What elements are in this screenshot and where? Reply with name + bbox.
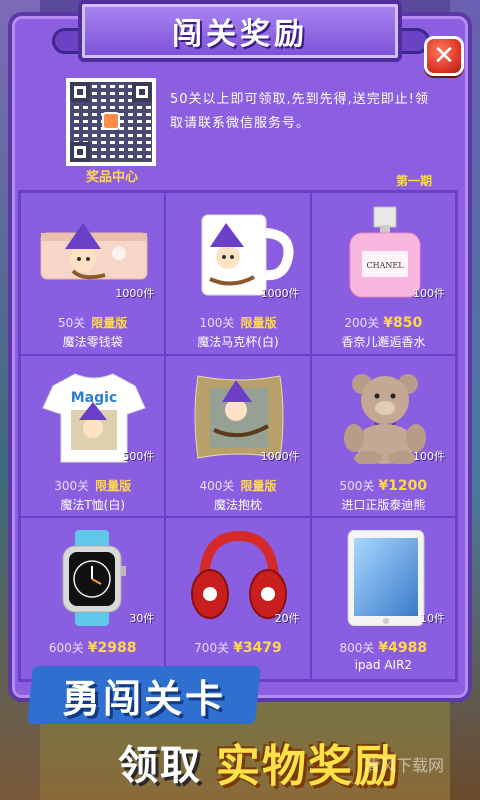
level-requirement: 200关 ¥850: [312, 314, 455, 331]
level-requirement: 500关 ¥1200: [312, 477, 455, 494]
prize-card[interactable]: 1000件 400关 限量版 魔法抱枕: [165, 354, 311, 518]
price-label: ¥3479: [233, 640, 282, 657]
level-label: 50关: [58, 316, 86, 330]
prize-grid: 1000件 50关 限量版 魔法零钱袋 1000件 100关 限量版 魔法马克杯(白…: [18, 190, 458, 682]
level-requirement: 100关 限量版: [166, 314, 309, 331]
prize-card[interactable]: Magic 500件 300关 限量版 魔法T恤(白): [20, 354, 166, 518]
level-requirement: 50关 限量版: [21, 314, 164, 331]
product-name: 魔法马克杯(白): [197, 335, 279, 349]
prize-card[interactable]: CHANEL 100件 200关 ¥850 香奈儿邂逅香水: [310, 192, 456, 355]
level-requirement: 800关 ¥4988: [312, 639, 455, 656]
level-label: 500关: [339, 478, 375, 493]
prize-card[interactable]: 1000件 100关 限量版 魔法马克杯(白): [165, 192, 311, 355]
price-label: ¥2988: [87, 640, 137, 657]
qr-finder-icon: [132, 82, 152, 102]
level-requirement: 600关 ¥2988: [21, 639, 164, 656]
price-label: ¥1200: [378, 477, 428, 494]
level-label: 300关: [54, 478, 90, 493]
stock-count: 1000件: [115, 287, 155, 300]
level-label: 600关: [48, 641, 84, 656]
product-name: ipad AIR2: [354, 658, 413, 673]
close-button[interactable]: ✕: [424, 36, 464, 76]
level-label: 800关: [339, 641, 375, 656]
stock-count: 30件: [129, 612, 155, 626]
prize-card[interactable]: 100件 500关 ¥1200 进口正版泰迪熊: [310, 354, 456, 518]
qr-code-pattern: [70, 82, 152, 162]
perfume-brand-label: CHANEL: [366, 261, 404, 270]
promo-banner: 勇闯关卡: [26, 666, 262, 724]
watermark: 清风下载网: [364, 756, 445, 775]
level-requirement: 300关 限量版: [21, 477, 164, 494]
promo-line2-prefix: 领取: [118, 743, 202, 789]
product-name: 魔法零钱袋: [62, 335, 123, 349]
qr-code: [66, 78, 156, 166]
level-label: 200关: [344, 316, 380, 330]
product-name: 香奈儿邂逅香水: [341, 335, 426, 349]
level-label: 400关: [199, 478, 235, 493]
level-label: 700关: [194, 641, 230, 656]
stock-count: 1000件: [260, 449, 300, 463]
limited-tag: 限量版: [240, 478, 277, 493]
level-requirement: 400关 限量版: [166, 477, 309, 494]
level-label: 100关: [199, 316, 235, 330]
product-name: 魔法抱枕: [213, 497, 262, 512]
qr-finder-icon: [70, 142, 90, 162]
product-name: 魔法T恤(白): [60, 497, 126, 512]
price-label: ¥850: [383, 315, 423, 331]
price-label: ¥4988: [378, 640, 428, 657]
limited-tag: 限量版: [95, 478, 132, 493]
prize-card[interactable]: 1000件 50关 限量版 魔法零钱袋: [20, 192, 166, 355]
issue-label: 第一期: [396, 174, 433, 188]
stock-count: 1000件: [260, 287, 300, 300]
stock-count: 100件: [412, 449, 445, 463]
prize-card[interactable]: 20件 700关 ¥3479: [165, 517, 311, 680]
gift-icon: [102, 112, 120, 130]
page-title: 闯关奖励: [172, 17, 308, 52]
stock-count: 10件: [419, 612, 445, 626]
qr-finder-icon: [70, 82, 90, 102]
promo-line2: 领取 实物奖励: [118, 730, 400, 794]
stock-count: 20件: [274, 612, 300, 626]
limited-tag: 限量版: [91, 316, 128, 330]
qr-label: 奖品中心: [85, 170, 138, 185]
prize-card[interactable]: 30件 600关 ¥2988: [20, 517, 166, 680]
promo-line1: 勇闯关卡: [61, 676, 226, 721]
stock-count: 100件: [412, 287, 445, 300]
level-requirement: 700关 ¥3479: [166, 639, 309, 656]
close-icon: ✕: [433, 41, 455, 71]
notice-text: 50关以上即可领取,先到先得,送完即止!领取请联系微信服务号。: [170, 92, 430, 131]
limited-tag: 限量版: [240, 316, 277, 330]
stock-count: 500件: [122, 449, 155, 463]
title-banner: 闯关奖励: [78, 0, 402, 62]
prize-card[interactable]: 10件 800关 ¥4988 ipad AIR2: [310, 517, 456, 680]
product-name: 进口正版泰迪熊: [341, 497, 426, 512]
